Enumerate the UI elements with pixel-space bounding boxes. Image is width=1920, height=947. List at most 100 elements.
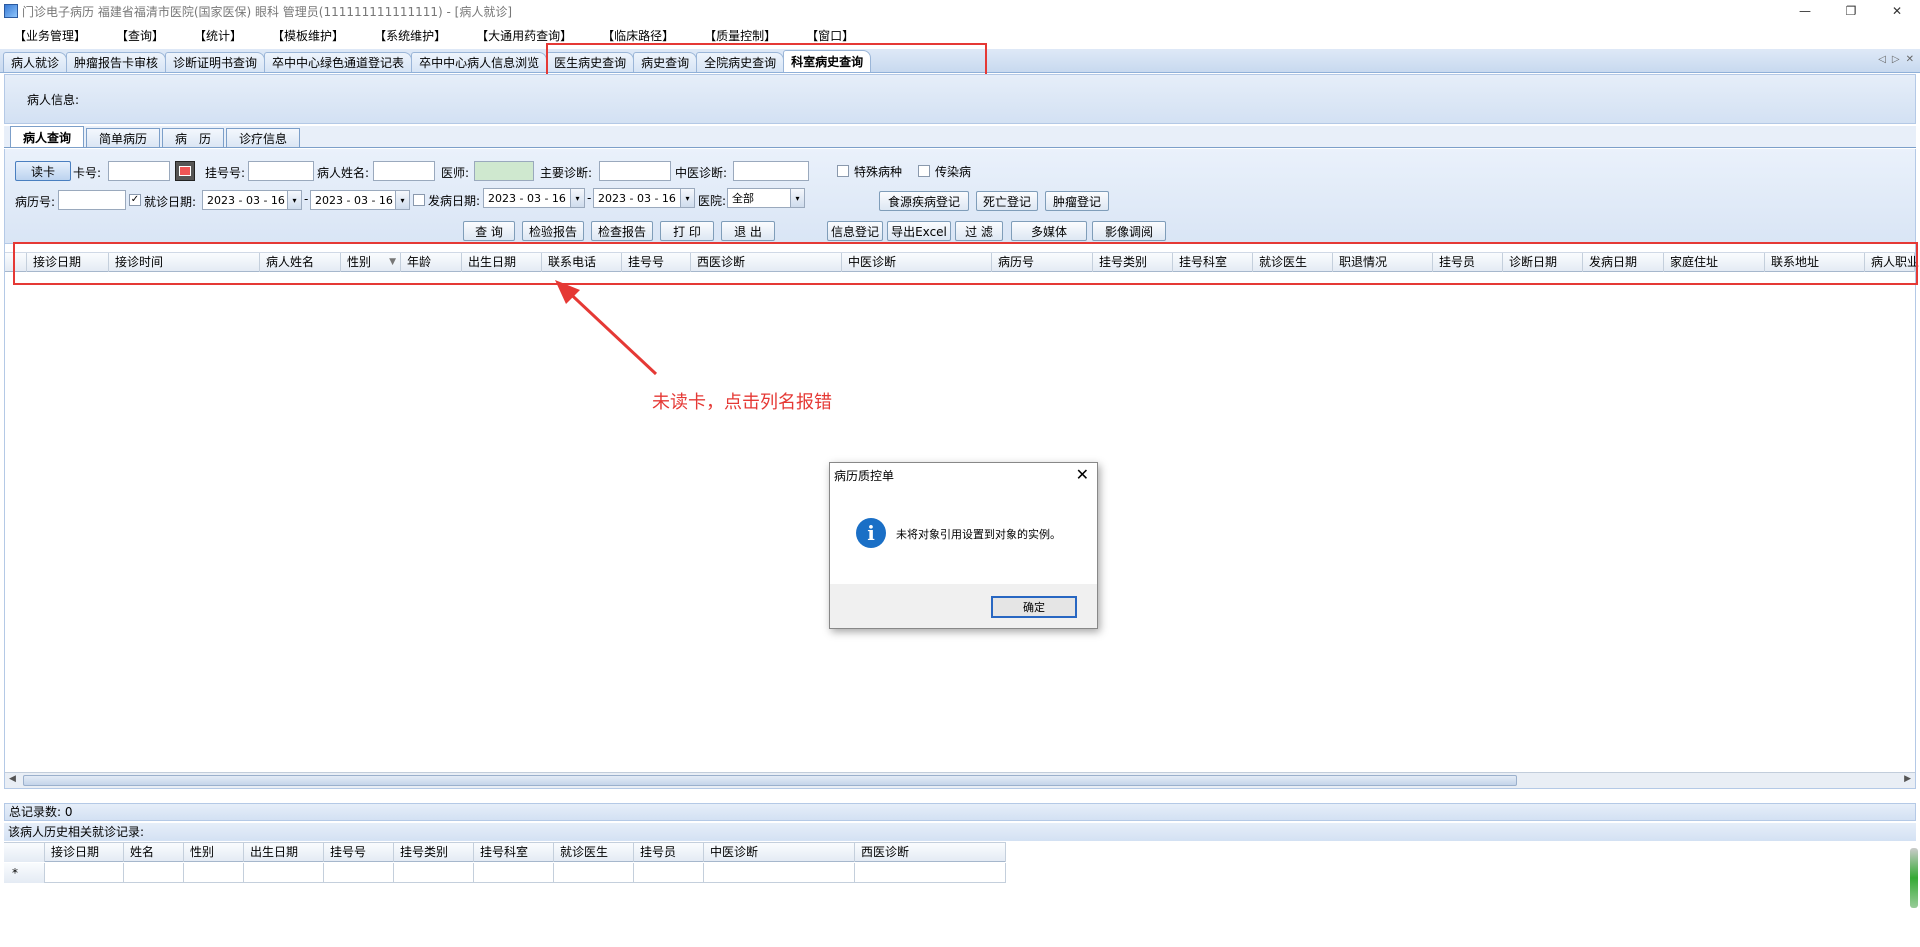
subtab-simple-record[interactable]: 简单病历 [86, 128, 161, 147]
cell[interactable] [634, 863, 704, 883]
hcol-reg-dept[interactable]: 挂号科室 [474, 843, 554, 862]
cell[interactable] [855, 863, 1006, 883]
image-view-button[interactable]: 影像调阅 [1092, 221, 1166, 241]
hcol-reg-no[interactable]: 挂号号 [324, 843, 394, 862]
cell[interactable] [45, 863, 124, 883]
onset-date-from-value: 2023 - 03 - 16 [488, 191, 566, 205]
chevron-down-icon[interactable]: ▾ [680, 189, 694, 207]
tab-close-icon[interactable]: ✕ [1906, 54, 1914, 65]
visit-date-label: 就诊日期: [144, 195, 197, 209]
visit-date-to[interactable]: 2023 - 03 - 16 ▾ [310, 190, 410, 210]
ok-button[interactable]: 确定 [991, 596, 1077, 618]
multimedia-button[interactable]: 多媒体 [1011, 221, 1087, 241]
infectious-checkbox[interactable] [918, 165, 930, 177]
lab-report-button[interactable]: 检验报告 [522, 221, 584, 241]
tab-tumor-review[interactable]: 肿瘤报告卡审核 [66, 52, 167, 72]
hcol-visit-date[interactable]: 接诊日期 [45, 843, 124, 862]
cell[interactable] [124, 863, 184, 883]
read-card-button[interactable]: 读卡 [15, 161, 71, 181]
card-reader-icon[interactable] [175, 161, 195, 181]
filter-button[interactable]: 过 滤 [955, 221, 1003, 241]
vertical-scrollbar[interactable] [1910, 848, 1918, 908]
cell[interactable] [394, 863, 474, 883]
hcol-reg-type[interactable]: 挂号类别 [394, 843, 474, 862]
subtab-patient-query[interactable]: 病人查询 [10, 126, 85, 147]
restore-icon[interactable]: ❐ [1828, 0, 1874, 22]
tcm-diag-input[interactable] [733, 161, 809, 181]
close-icon[interactable]: ✕ [1076, 465, 1089, 484]
cell[interactable] [324, 863, 394, 883]
visit-date-from[interactable]: 2023 - 03 - 16 ▾ [202, 190, 302, 210]
cell[interactable] [244, 863, 324, 883]
menu-business[interactable]: 【业务管理】 [14, 27, 86, 44]
onset-date-to-value: 2023 - 03 - 16 [598, 191, 676, 205]
record-no-input[interactable] [58, 190, 126, 210]
main-diag-input[interactable] [599, 161, 671, 181]
tab-navigation: ◁ ▷ ✕ [1878, 54, 1914, 65]
scrollbar-thumb[interactable] [23, 775, 1517, 786]
menu-drug-query[interactable]: 【大通用药查询】 [476, 27, 572, 44]
scroll-right-icon[interactable]: ▶ [1904, 774, 1911, 784]
hcol-western-diag[interactable]: 西医诊断 [855, 843, 1006, 862]
dialog-title: 病历质控单 [834, 469, 895, 483]
menu-window[interactable]: 【窗口】 [806, 27, 854, 44]
patient-name-input[interactable] [373, 161, 435, 181]
doctor-input[interactable] [474, 161, 534, 181]
subtab-record[interactable]: 病 历 [162, 128, 225, 147]
cell[interactable] [184, 863, 244, 883]
onset-date-to[interactable]: 2023 - 03 - 16 ▾ [593, 188, 695, 208]
subtab-treatment-info[interactable]: 诊疗信息 [226, 128, 301, 147]
special-disease-checkbox[interactable] [837, 165, 849, 177]
hcol-doctor[interactable]: 就诊医生 [554, 843, 634, 862]
visit-date-from-value: 2023 - 03 - 16 [207, 193, 285, 207]
foodborne-register-button[interactable]: 食源疾病登记 [879, 191, 969, 211]
death-register-button[interactable]: 死亡登记 [976, 191, 1038, 211]
history-new-row[interactable]: * [4, 863, 1006, 883]
menu-statistics[interactable]: 【统计】 [194, 27, 242, 44]
tab-scroll-left-icon[interactable]: ◁ [1878, 54, 1886, 65]
hcol-gender[interactable]: 性别 [184, 843, 244, 862]
hcol-registrar[interactable]: 挂号员 [634, 843, 704, 862]
chevron-down-icon[interactable]: ▾ [287, 191, 301, 209]
chevron-down-icon[interactable]: ▾ [395, 191, 409, 209]
hcol-tcm-diag[interactable]: 中医诊断 [704, 843, 855, 862]
cell[interactable] [474, 863, 554, 883]
onset-date-checkbox[interactable] [413, 194, 425, 206]
hcol-birth-date[interactable]: 出生日期 [244, 843, 324, 862]
chevron-down-icon[interactable]: ▾ [790, 189, 804, 207]
tab-stroke-green[interactable]: 卒中中心绿色通道登记表 [264, 52, 413, 72]
tab-stroke-browse[interactable]: 卒中中心病人信息浏览 [411, 52, 548, 72]
info-register-button[interactable]: 信息登记 [827, 221, 883, 241]
menu-system[interactable]: 【系统维护】 [374, 27, 446, 44]
horizontal-scrollbar[interactable]: ◀ ▶ [5, 772, 1915, 788]
cell[interactable] [704, 863, 855, 883]
tumor-register-button[interactable]: 肿瘤登记 [1045, 191, 1109, 211]
scroll-left-icon[interactable]: ◀ [9, 774, 16, 784]
exit-button[interactable]: 退 出 [721, 221, 775, 241]
menu-clinical-path[interactable]: 【临床路径】 [602, 27, 674, 44]
hcol-name[interactable]: 姓名 [124, 843, 184, 862]
info-icon: i [856, 518, 886, 548]
query-button[interactable]: 查 询 [463, 221, 515, 241]
print-button[interactable]: 打 印 [660, 221, 714, 241]
chevron-down-icon[interactable]: ▾ [570, 189, 584, 207]
dialog-message: 未将对象引用设置到对象的实例。 [896, 528, 1061, 541]
onset-date-from[interactable]: 2023 - 03 - 16 ▾ [483, 188, 585, 208]
minimize-icon[interactable]: — [1782, 0, 1828, 22]
new-row-marker: * [4, 863, 45, 883]
menu-quality[interactable]: 【质量控制】 [704, 27, 776, 44]
tab-diag-certificate[interactable]: 诊断证明书查询 [165, 52, 266, 72]
hospital-select[interactable]: 全部 ▾ [727, 188, 805, 208]
export-excel-button[interactable]: 导出Excel [887, 221, 951, 241]
exam-report-button[interactable]: 检查报告 [591, 221, 653, 241]
close-icon[interactable]: ✕ [1874, 0, 1920, 22]
tab-scroll-right-icon[interactable]: ▷ [1892, 54, 1900, 65]
card-no-input[interactable] [108, 161, 170, 181]
tab-patient-visit[interactable]: 病人就诊 [3, 52, 68, 72]
reg-no-input[interactable] [248, 161, 314, 181]
visit-date-checkbox[interactable]: ✓ [129, 194, 141, 206]
visit-date-dash: - [304, 192, 309, 206]
menu-query[interactable]: 【查询】 [116, 27, 164, 44]
menu-template[interactable]: 【模板维护】 [272, 27, 344, 44]
cell[interactable] [554, 863, 634, 883]
